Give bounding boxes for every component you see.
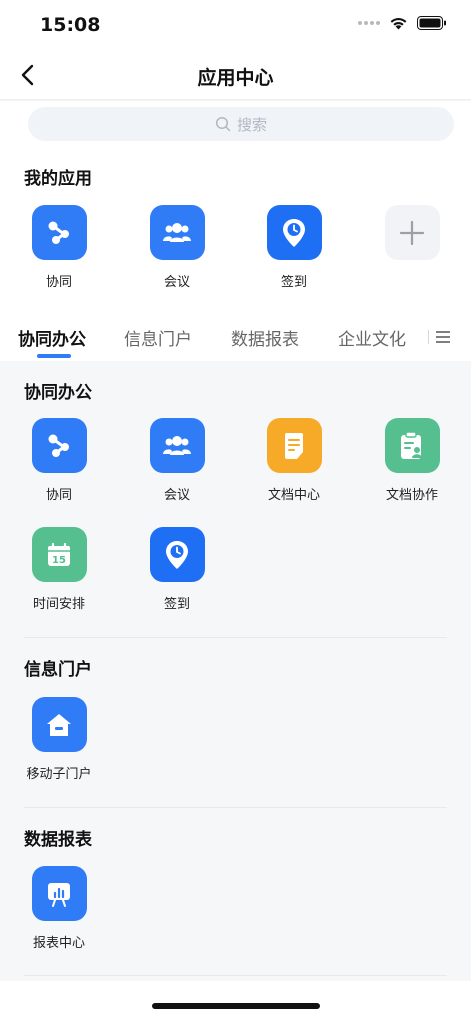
tab-reports[interactable]: 数据报表 — [231, 325, 299, 350]
tab-more-button[interactable] — [428, 323, 471, 351]
section-divider — [24, 637, 447, 638]
search-placeholder: 搜索 — [236, 115, 267, 134]
app-document-center[interactable]: 文档中心 — [244, 418, 344, 503]
my-app-cooperation[interactable]: 协同 — [9, 205, 109, 290]
page-title: 应用中心 — [197, 67, 274, 89]
category-title: 数据报表 — [24, 830, 92, 850]
location-clock-icon — [149, 527, 205, 582]
home-indicator[interactable] — [152, 1003, 320, 1009]
battery-icon — [417, 16, 446, 30]
category-list: 协同办公 协同 会议 文档中心 文档协作 15 时间安排 签到 信息门户 移动子… — [0, 361, 471, 981]
presentation-chart-icon — [31, 866, 87, 921]
status-time: 15:08 — [40, 14, 101, 36]
app-checkin[interactable]: 签到 — [127, 527, 227, 612]
app-label: 文档协作 — [385, 488, 438, 503]
tab-portal[interactable]: 信息门户 — [124, 325, 192, 350]
search-section: 搜索 — [0, 101, 471, 151]
nav-bar: 应用中心 — [0, 50, 471, 100]
plus-icon — [384, 205, 440, 260]
clipboard-user-icon — [384, 418, 440, 473]
section-divider — [24, 975, 447, 976]
app-document-collab[interactable]: 文档协作 — [362, 418, 462, 503]
app-meeting[interactable]: 会议 — [127, 418, 227, 503]
app-schedule[interactable]: 15 时间安排 — [9, 527, 109, 612]
add-app-button[interactable] — [362, 205, 462, 260]
share-nodes-icon — [31, 205, 87, 260]
menu-icon — [436, 331, 450, 343]
document-icon — [266, 418, 322, 473]
category-tabs: 协同办公 信息门户 数据报表 企业文化 — [0, 311, 471, 361]
app-label: 文档中心 — [267, 488, 320, 503]
tab-active-indicator — [37, 354, 71, 358]
app-label: 签到 — [163, 597, 190, 612]
app-label: 报表中心 — [32, 936, 85, 951]
app-label: 协同 — [45, 275, 72, 290]
app-label: 时间安排 — [32, 597, 85, 612]
app-label: 会议 — [163, 488, 190, 503]
search-icon — [215, 116, 231, 132]
app-cooperation[interactable]: 协同 — [9, 418, 109, 503]
search-input[interactable]: 搜索 — [28, 107, 454, 141]
wifi-icon — [390, 18, 407, 30]
app-label: 会议 — [163, 275, 190, 290]
app-label: 协同 — [45, 488, 72, 503]
signal-icon — [358, 21, 380, 25]
tab-cooperation[interactable]: 协同办公 — [18, 325, 86, 350]
location-clock-icon — [266, 205, 322, 260]
my-app-meeting[interactable]: 会议 — [127, 205, 227, 290]
home-indicator-area — [0, 981, 471, 1019]
my-apps-section: 我的应用 协同 会议 签到 — [0, 151, 471, 311]
category-title: 协同办公 — [24, 383, 92, 403]
calendar-icon: 15 — [31, 527, 87, 582]
app-label: 移动子门户 — [26, 767, 92, 782]
my-apps-title: 我的应用 — [24, 169, 92, 189]
home-icon — [31, 697, 87, 752]
people-group-icon — [149, 205, 205, 260]
status-icons — [358, 16, 447, 30]
tab-culture[interactable]: 企业文化 — [338, 325, 406, 350]
status-bar: 15:08 — [0, 0, 471, 50]
share-nodes-icon — [31, 418, 87, 473]
svg-text:15: 15 — [52, 555, 66, 566]
app-label: 签到 — [280, 275, 307, 290]
app-mobile-portal[interactable]: 移动子门户 — [9, 697, 109, 782]
people-group-icon — [149, 418, 205, 473]
my-app-checkin[interactable]: 签到 — [244, 205, 344, 290]
category-title: 信息门户 — [24, 660, 92, 680]
app-report-center[interactable]: 报表中心 — [9, 866, 109, 951]
section-divider — [24, 807, 447, 808]
